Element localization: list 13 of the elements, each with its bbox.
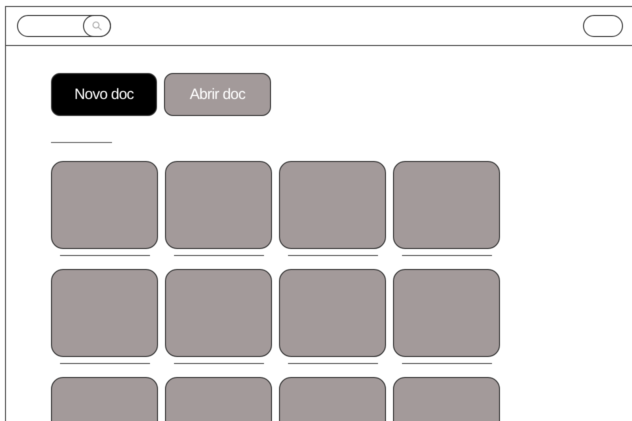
search-field[interactable] xyxy=(17,15,111,37)
document-thumbnail[interactable] xyxy=(165,161,272,249)
document-thumbnail[interactable] xyxy=(51,269,158,357)
search-icon xyxy=(92,21,102,31)
document-thumbnail[interactable] xyxy=(393,161,500,249)
search-button[interactable] xyxy=(83,15,111,37)
document-thumbnail[interactable] xyxy=(279,269,386,357)
document-thumbnail[interactable] xyxy=(393,269,500,357)
document-thumbnail[interactable] xyxy=(165,269,272,357)
document-thumbnail[interactable] xyxy=(279,161,386,249)
menu-button[interactable] xyxy=(583,15,623,37)
document-thumbnail[interactable] xyxy=(51,161,158,249)
action-button[interactable]: Novo doc xyxy=(51,73,157,116)
